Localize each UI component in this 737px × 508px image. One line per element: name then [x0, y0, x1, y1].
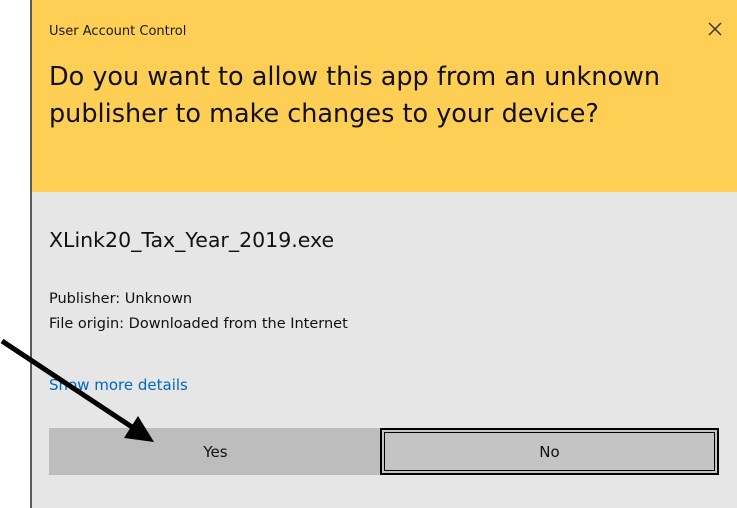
no-button[interactable]: No [380, 428, 719, 475]
page: User Account Control Do you want to allo… [0, 0, 737, 508]
file-origin-text: File origin: Downloaded from the Interne… [49, 316, 348, 332]
dialog-caption: User Account Control [49, 24, 187, 39]
app-name: XLink20_Tax_Year_2019.exe [49, 228, 335, 252]
close-icon [708, 22, 722, 36]
publisher-text: Publisher: Unknown [49, 291, 193, 307]
close-button[interactable] [705, 19, 725, 39]
show-more-details-link[interactable]: Show more details [49, 376, 188, 394]
uac-dialog: User Account Control Do you want to allo… [30, 0, 737, 508]
dialog-header: User Account Control Do you want to allo… [32, 0, 737, 192]
yes-button[interactable]: Yes [49, 428, 382, 475]
dialog-question: Do you want to allow this app from an un… [49, 62, 661, 129]
